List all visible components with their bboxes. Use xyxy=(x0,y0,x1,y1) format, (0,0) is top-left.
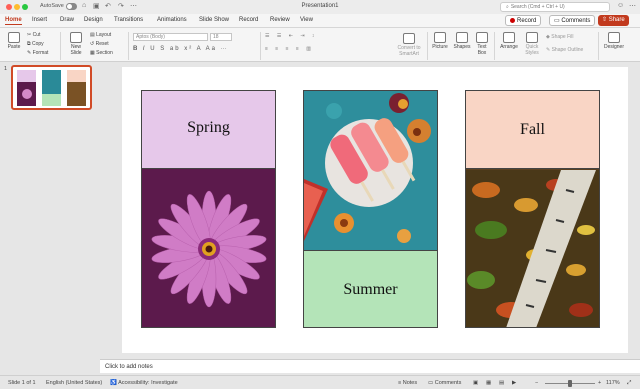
shape-fill-button[interactable]: ◆ Shape Fill xyxy=(546,34,573,40)
autumn-leaves-image xyxy=(466,170,599,327)
shapes-icon xyxy=(456,32,468,43)
copy-button[interactable]: ⧉ Copy xyxy=(27,41,44,47)
designer-button[interactable]: Designer xyxy=(603,32,625,50)
slide-canvas[interactable]: Spring Summer Fall xyxy=(122,67,628,353)
thumb-panel-fall xyxy=(67,70,86,106)
separator xyxy=(427,32,428,60)
clipboard-icon xyxy=(8,32,20,43)
tab-insert[interactable]: Insert xyxy=(32,17,47,23)
layout-button[interactable]: ▤ Layout xyxy=(90,32,111,38)
designer-icon xyxy=(608,32,620,43)
zoom-level[interactable]: 117% xyxy=(606,380,620,386)
separator xyxy=(60,32,61,60)
label-summer: Summer xyxy=(343,281,398,298)
record-icon xyxy=(510,18,515,23)
title-bar: AutoSave ⌂ ▣ ↶ ↷ ⋯ Presentation1 ⌕ Search… xyxy=(0,0,640,14)
share-button[interactable]: ⇧ Share xyxy=(598,15,629,26)
picture-icon xyxy=(434,32,446,43)
normal-view-icon[interactable]: ▣ xyxy=(473,380,478,386)
picture-button[interactable]: Picture xyxy=(430,32,450,50)
comments-button[interactable]: ▭ Comments xyxy=(549,15,596,26)
tab-draw[interactable]: Draw xyxy=(60,17,74,23)
separator xyxy=(260,32,261,60)
share-icon: ⇧ xyxy=(602,17,609,23)
text-box-button[interactable]: Text Box xyxy=(474,32,490,56)
label-fall: Fall xyxy=(520,121,545,138)
smartart-icon xyxy=(403,33,415,44)
record-button[interactable]: Record xyxy=(505,15,542,26)
search-input[interactable]: ⌕ Search (Cmd + Ctrl + U) xyxy=(500,2,610,12)
slide-sorter-icon[interactable]: ▦ xyxy=(486,380,491,386)
tab-review[interactable]: Review xyxy=(270,17,290,23)
popsicles-image xyxy=(304,91,437,251)
paste-button[interactable]: Paste xyxy=(4,32,24,50)
zoom-out-icon[interactable]: − xyxy=(535,380,538,386)
fit-to-window-icon[interactable]: ⤢ xyxy=(627,380,631,387)
reading-view-icon[interactable]: ▤ xyxy=(499,380,504,386)
smiley-icon[interactable]: ☺ xyxy=(617,2,624,9)
font-size-select[interactable]: 18 xyxy=(210,33,232,41)
accessibility-status[interactable]: ♿ Accessibility: Investigate xyxy=(110,380,178,386)
quick-styles-icon xyxy=(526,32,538,43)
slide-count: Slide 1 of 1 xyxy=(8,380,36,386)
separator xyxy=(598,32,599,60)
section-button[interactable]: ▦ Section xyxy=(90,50,113,56)
text-format-controls[interactable]: 𝐁 𝐼 U S ab x² A Aa ⋯ xyxy=(133,46,229,53)
tab-transitions[interactable]: Transitions xyxy=(114,17,143,23)
font-name-select[interactable]: Aptos (Body) xyxy=(133,33,208,41)
zoom-in-icon[interactable]: + xyxy=(598,380,601,386)
panel-summer[interactable]: Summer xyxy=(303,90,438,328)
slide-thumbnail-1[interactable] xyxy=(11,65,92,110)
daisy-image xyxy=(151,190,267,308)
comments-status-button[interactable]: ▭ Comments xyxy=(428,380,461,386)
language-status[interactable]: English (United States) xyxy=(46,380,102,386)
separator xyxy=(128,32,129,60)
reset-button[interactable]: ↺ Reset xyxy=(90,41,109,47)
more-icon[interactable]: ⋯ xyxy=(629,2,636,10)
notes-pane[interactable]: Click to add notes xyxy=(100,359,640,373)
format-painter-button[interactable]: ✎ Format xyxy=(27,50,48,56)
tab-view[interactable]: View xyxy=(300,17,313,23)
label-spring: Spring xyxy=(187,119,230,136)
panel-spring[interactable]: Spring xyxy=(141,90,276,328)
thumb-panel-spring xyxy=(17,70,36,106)
notes-placeholder: Click to add notes xyxy=(105,364,153,370)
cut-button[interactable]: ✂ Cut xyxy=(27,32,40,38)
notes-button[interactable]: ≡ Notes xyxy=(398,380,417,386)
tab-slide-show[interactable]: Slide Show xyxy=(199,17,229,23)
search-icon: ⌕ xyxy=(506,4,509,10)
tab-record[interactable]: Record xyxy=(239,17,258,23)
slideshow-icon[interactable]: ▶ xyxy=(512,380,516,386)
new-slide-icon xyxy=(70,32,82,43)
panel-fall[interactable]: Fall xyxy=(465,90,600,328)
tab-home[interactable]: Home xyxy=(5,17,22,25)
shape-outline-button[interactable]: ✎ Shape Outline xyxy=(546,47,583,53)
alignment-controls[interactable]: ≡ ≡ ≡ ≡ ▥ xyxy=(265,46,314,52)
comment-icon: ▭ xyxy=(428,380,435,386)
tab-animations[interactable]: Animations xyxy=(157,17,187,23)
thumb-panel-summer xyxy=(42,70,61,106)
slide-number: 1 xyxy=(4,66,8,72)
zoom-slider-thumb[interactable] xyxy=(568,380,572,387)
arrange-button[interactable]: Arrange xyxy=(498,32,520,50)
convert-smartart-button[interactable]: Convert to SmartArt xyxy=(395,33,423,57)
new-slide-button[interactable]: New Slide xyxy=(66,32,86,56)
status-bar: Slide 1 of 1 English (United States) ♿ A… xyxy=(0,375,640,389)
paragraph-controls[interactable]: ☰ ☰ ⇤ ⇥ ↕ xyxy=(265,33,317,39)
arrange-icon xyxy=(503,32,515,43)
quick-styles-button[interactable]: Quick Styles xyxy=(522,32,542,56)
separator xyxy=(494,32,495,60)
accessibility-icon: ♿ xyxy=(110,380,119,386)
tab-design[interactable]: Design xyxy=(84,17,103,23)
shapes-button[interactable]: Shapes xyxy=(452,32,472,50)
ribbon-tabs: Home Insert Draw Design Transitions Anim… xyxy=(0,14,640,28)
text-box-icon xyxy=(476,32,488,43)
